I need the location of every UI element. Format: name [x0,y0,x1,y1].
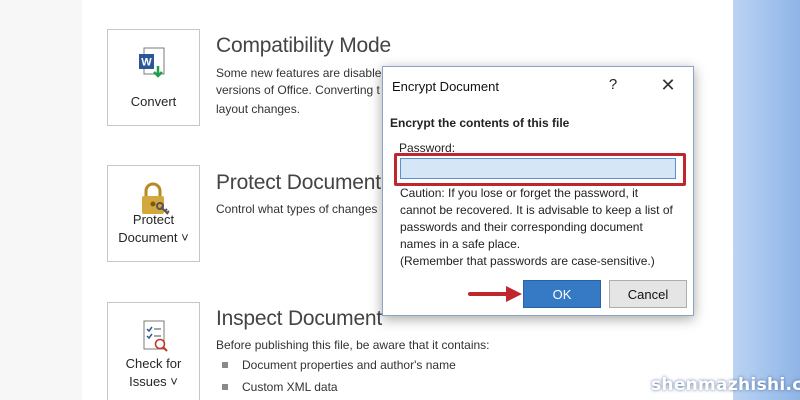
help-icon[interactable]: ? [603,76,623,93]
check-issues-label-2: Issues ˅ [129,374,178,389]
bullet-text: Document properties and author's name [242,358,456,372]
caution-text: Caution: If you lose or forget the passw… [400,185,690,270]
protect-desc-1: Control what types of changes [216,202,378,216]
caution-line: passwords and their corresponding docume… [400,220,643,234]
compatibility-desc-2: versions of Office. Converting t [216,83,380,97]
dialog-title: Encrypt Document [392,79,499,94]
word-convert-icon: W [108,44,199,84]
watermark-text: shenmazhishi.com [651,375,800,395]
caution-line: Caution: If you lose or forget the passw… [400,186,639,200]
check-issues-label-1: Check for [125,356,182,371]
left-nav-edge [0,0,82,400]
inspect-title: Inspect Document [216,307,383,330]
compatibility-title: Compatibility Mode [216,34,391,57]
close-icon[interactable]: ✕ [657,75,679,96]
protect-label-2: Document ˅ [118,230,189,245]
desktop-background [733,0,800,400]
convert-button[interactable]: W Convert [107,29,200,126]
bullet-icon [222,383,228,390]
caution-line: cannot be recovered. It is advisable to … [400,203,673,217]
ok-button[interactable]: OK [523,280,601,308]
list-item: Document properties and author's name [222,358,456,372]
convert-label: Convert [130,94,177,109]
checklist-icon [108,317,199,357]
dialog-heading: Encrypt the contents of this file [390,116,570,130]
svg-text:W: W [141,57,152,69]
bullet-text: Custom XML data [242,380,338,394]
compatibility-desc-3: layout changes. [216,102,301,116]
encrypt-document-dialog: Encrypt Document ? ✕ Encrypt the content… [382,66,694,316]
arrow-right-icon [468,286,522,302]
list-item: Custom XML data [222,380,338,394]
password-input[interactable] [400,158,676,179]
caution-line: (Remember that passwords are case-sensit… [400,254,655,268]
protect-document-button[interactable]: Protect Document ˅ [107,165,200,262]
check-for-issues-button[interactable]: Check for Issues ˅ [107,302,200,400]
protect-title: Protect Document [216,171,381,194]
inspect-desc-1: Before publishing this file, be aware th… [216,338,490,352]
lock-key-icon [108,180,199,220]
cancel-button[interactable]: Cancel [609,280,687,308]
bullet-icon [222,361,228,368]
caution-line: names in a safe place. [400,237,521,251]
